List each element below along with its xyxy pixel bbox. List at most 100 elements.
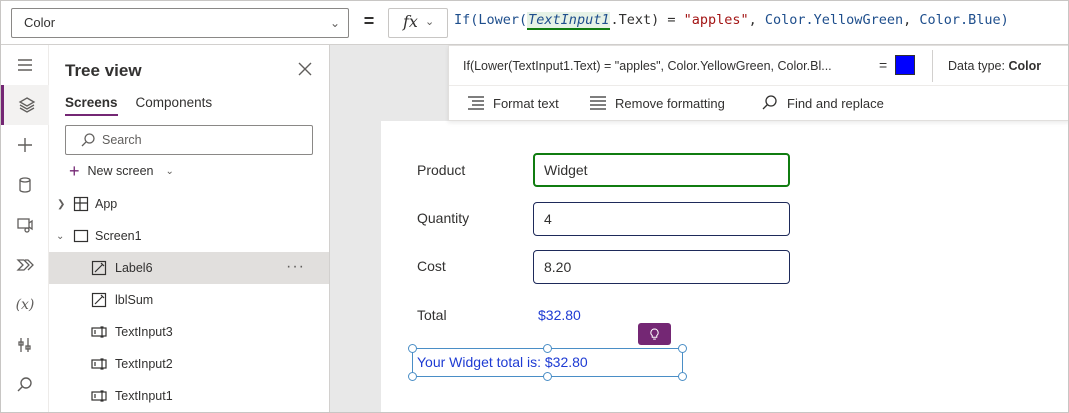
- function-button[interactable]: fx ⌄: [388, 8, 448, 38]
- formula-input[interactable]: If(Lower(TextInput1.Text) = "apples", Co…: [454, 12, 1009, 30]
- search-placeholder: Search: [102, 133, 142, 147]
- formula-bar: Color ⌄ = fx ⌄ If(Lower(TextInput1.Text)…: [1, 1, 1068, 45]
- property-value: Color: [24, 15, 56, 30]
- close-icon[interactable]: [295, 59, 315, 79]
- text-input-icon: [91, 390, 107, 402]
- tree-item-textinput1[interactable]: TextInput1: [49, 380, 329, 412]
- tree-item-label: TextInput2: [115, 357, 173, 371]
- tree-item-label: lblSum: [115, 293, 154, 307]
- hamburger-menu-icon[interactable]: [1, 45, 49, 85]
- resize-handle[interactable]: [408, 372, 417, 381]
- total-label: Total: [417, 307, 447, 323]
- formula-token: ): [1000, 12, 1009, 28]
- find-replace-button[interactable]: Find and replace: [761, 95, 884, 111]
- resize-handle[interactable]: [408, 344, 417, 353]
- property-dropdown[interactable]: Color ⌄: [11, 8, 349, 38]
- format-text-label: Format text: [493, 95, 559, 111]
- search-icon[interactable]: [1, 365, 49, 405]
- media-icon[interactable]: [1, 205, 49, 245]
- total-value: $32.80: [538, 307, 581, 323]
- power-automate-icon[interactable]: [1, 245, 49, 285]
- color-swatch: [895, 55, 915, 75]
- quantity-label: Quantity: [417, 210, 470, 226]
- search-icon: [762, 95, 777, 110]
- resize-handle[interactable]: [543, 344, 552, 353]
- product-label: Product: [417, 162, 466, 178]
- app-icon: [73, 196, 89, 212]
- insert-plus-icon[interactable]: [1, 125, 49, 165]
- plus-icon: +: [69, 161, 80, 181]
- tree-item-label: App: [95, 197, 118, 211]
- label6-text[interactable]: Your Widget total is: $32.80: [417, 354, 588, 370]
- remove-formatting-button[interactable]: Remove formatting: [589, 95, 725, 111]
- formula-token: .Text: [610, 12, 652, 28]
- data-type: Data type: Color: [948, 59, 1041, 73]
- tree-tabs: Screens Components: [65, 95, 212, 116]
- panel-title: Tree view: [65, 61, 142, 80]
- equals-sign: =: [363, 11, 375, 31]
- tree-search-input[interactable]: Search: [65, 125, 313, 155]
- divider: [932, 50, 933, 82]
- formula-control-ref: TextInput1: [527, 12, 611, 30]
- find-replace-label: Find and replace: [787, 95, 884, 111]
- left-rail: (x): [1, 45, 49, 412]
- advanced-tools-icon[interactable]: [1, 325, 49, 365]
- tree-item-screen1[interactable]: ⌄ Screen1: [49, 220, 329, 252]
- lightbulb-icon: [650, 327, 659, 340]
- formula-token: ) =: [651, 12, 684, 28]
- tree-item-label: TextInput1: [115, 389, 173, 403]
- resize-handle[interactable]: [678, 372, 687, 381]
- data-type-value: Color: [1008, 59, 1042, 73]
- remove-formatting-label: Remove formatting: [615, 95, 725, 111]
- search-icon: [81, 133, 95, 147]
- formula-result-popup: If(Lower(TextInput1.Text) = "apples", Co…: [448, 45, 1068, 122]
- formula-tools-row: Format text Remove formatting Find and r…: [449, 86, 1068, 122]
- tab-components[interactable]: Components: [136, 95, 213, 116]
- text-input-icon: [91, 326, 107, 338]
- chevron-right-icon: ❯: [57, 198, 66, 210]
- format-text-icon: [468, 96, 484, 110]
- ideas-lightbulb-button[interactable]: [638, 323, 671, 345]
- preview-equals: =: [879, 57, 888, 73]
- new-screen-button[interactable]: + New screen ⌄: [69, 161, 174, 181]
- resize-handle[interactable]: [678, 344, 687, 353]
- formula-token: If(: [454, 12, 479, 28]
- tree-item-label: Label6: [115, 261, 153, 275]
- format-text-button[interactable]: Format text: [467, 95, 559, 111]
- power-apps-studio: Color ⌄ = fx ⌄ If(Lower(TextInput1.Text)…: [0, 0, 1069, 413]
- chevron-down-icon: ⌄: [165, 165, 174, 177]
- label-control-icon: [91, 260, 107, 276]
- tree-item-textinput3[interactable]: TextInput3: [49, 316, 329, 348]
- tree-view-layers-icon[interactable]: [1, 85, 49, 125]
- formula-token: Lower(: [478, 12, 528, 28]
- tree-item-lblsum[interactable]: lblSum: [49, 284, 329, 316]
- cost-label: Cost: [417, 258, 446, 274]
- more-options-icon[interactable]: ···: [286, 258, 305, 276]
- formula-enum: Color.YellowGreen: [764, 12, 904, 28]
- tab-screens[interactable]: Screens: [65, 95, 118, 116]
- formula-token: ,: [903, 12, 920, 28]
- product-input[interactable]: Widget: [533, 153, 790, 187]
- chevron-down-icon: ⌄: [425, 16, 435, 28]
- formula-preview: If(Lower(TextInput1.Text) = "apples", Co…: [463, 59, 832, 73]
- formula-token: ,: [748, 12, 765, 28]
- tree-item-textinput2[interactable]: TextInput2: [49, 348, 329, 380]
- formula-string: "apples": [683, 12, 749, 28]
- remove-formatting-icon: [590, 96, 606, 110]
- screen-icon: [73, 229, 89, 243]
- fx-icon: fx: [403, 12, 418, 31]
- tree-item-app[interactable]: ❯ App: [49, 188, 329, 220]
- chevron-down-icon: ⌄: [329, 16, 340, 30]
- formula-preview-row: If(Lower(TextInput1.Text) = "apples", Co…: [449, 46, 1068, 86]
- label-control-icon: [91, 292, 107, 308]
- quantity-input[interactable]: 4: [533, 202, 790, 236]
- tree-item-label: TextInput3: [115, 325, 173, 339]
- new-screen-label: New screen: [87, 164, 154, 178]
- formula-enum: Color.Blue: [919, 12, 1001, 28]
- resize-handle[interactable]: [543, 372, 552, 381]
- data-type-label: Data type:: [948, 59, 1005, 73]
- cost-input[interactable]: 8.20: [533, 250, 790, 284]
- variables-icon[interactable]: (x): [1, 285, 49, 325]
- tree-item-label6[interactable]: Label6 ···: [49, 252, 329, 284]
- data-cylinder-icon[interactable]: [1, 165, 49, 205]
